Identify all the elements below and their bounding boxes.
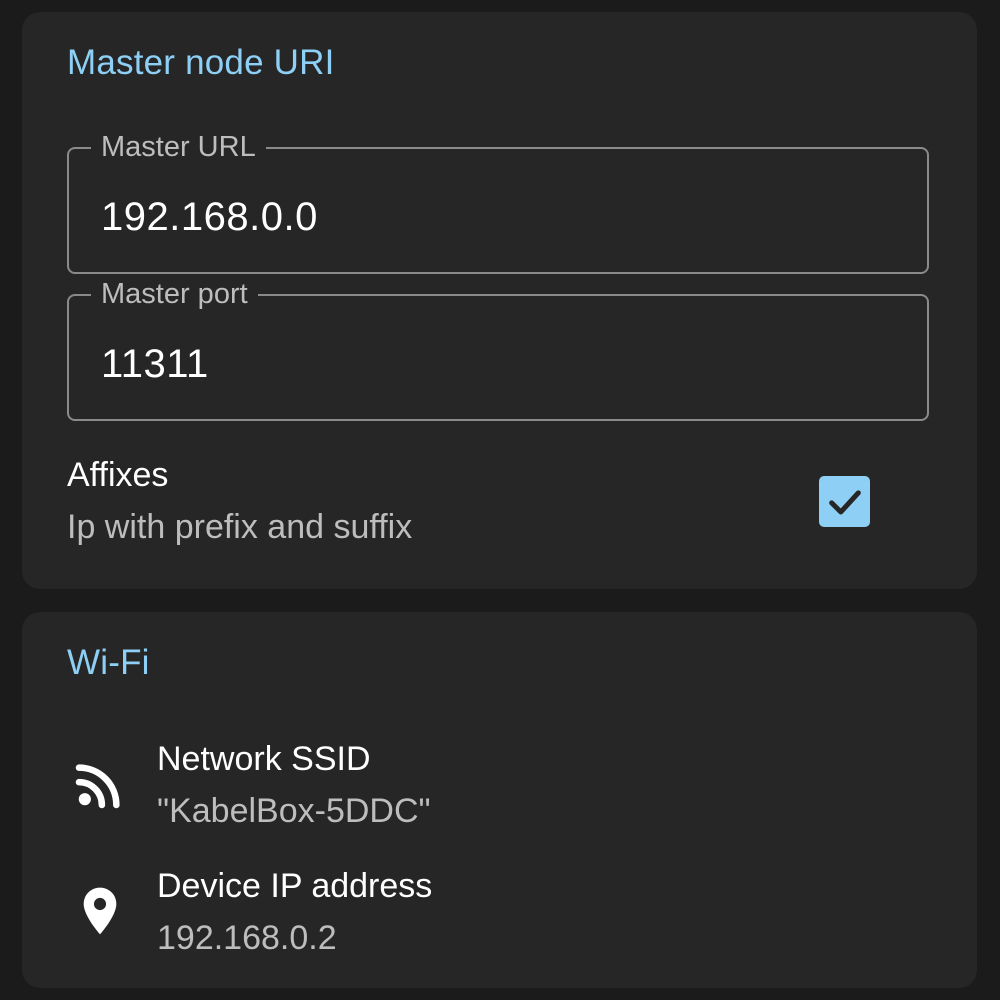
master-port-field[interactable]: Master port 11311 <box>67 277 929 421</box>
device-ip-value[interactable]: 192.168.0.2 <box>157 919 337 958</box>
wifi-card: Wi-Fi Network SSID "KabelBox-5DDC" Devic… <box>22 612 977 988</box>
affixes-checkbox[interactable] <box>819 476 870 527</box>
checkmark-icon <box>828 489 861 514</box>
master-port-label: Master port <box>91 277 258 311</box>
affixes-summary[interactable]: Ip with prefix and suffix <box>67 508 412 547</box>
network-ssid-title[interactable]: Network SSID <box>157 740 371 779</box>
network-ssid-value[interactable]: "KabelBox-5DDC" <box>157 792 431 831</box>
master-url-field[interactable]: Master URL 192.168.0.0 <box>67 130 929 274</box>
master-node-card: Master node URI Master URL 192.168.0.0 M… <box>22 12 977 589</box>
wifi-signal-icon <box>72 756 128 812</box>
master-url-label: Master URL <box>91 130 266 164</box>
device-ip-title[interactable]: Device IP address <box>157 867 432 906</box>
master-url-value[interactable]: 192.168.0.0 <box>101 193 318 241</box>
master-section-title: Master node URI <box>67 43 335 82</box>
location-pin-icon <box>72 880 128 936</box>
wifi-section-title: Wi-Fi <box>67 643 150 682</box>
affixes-title[interactable]: Affixes <box>67 456 168 495</box>
master-port-value[interactable]: 11311 <box>101 340 209 388</box>
